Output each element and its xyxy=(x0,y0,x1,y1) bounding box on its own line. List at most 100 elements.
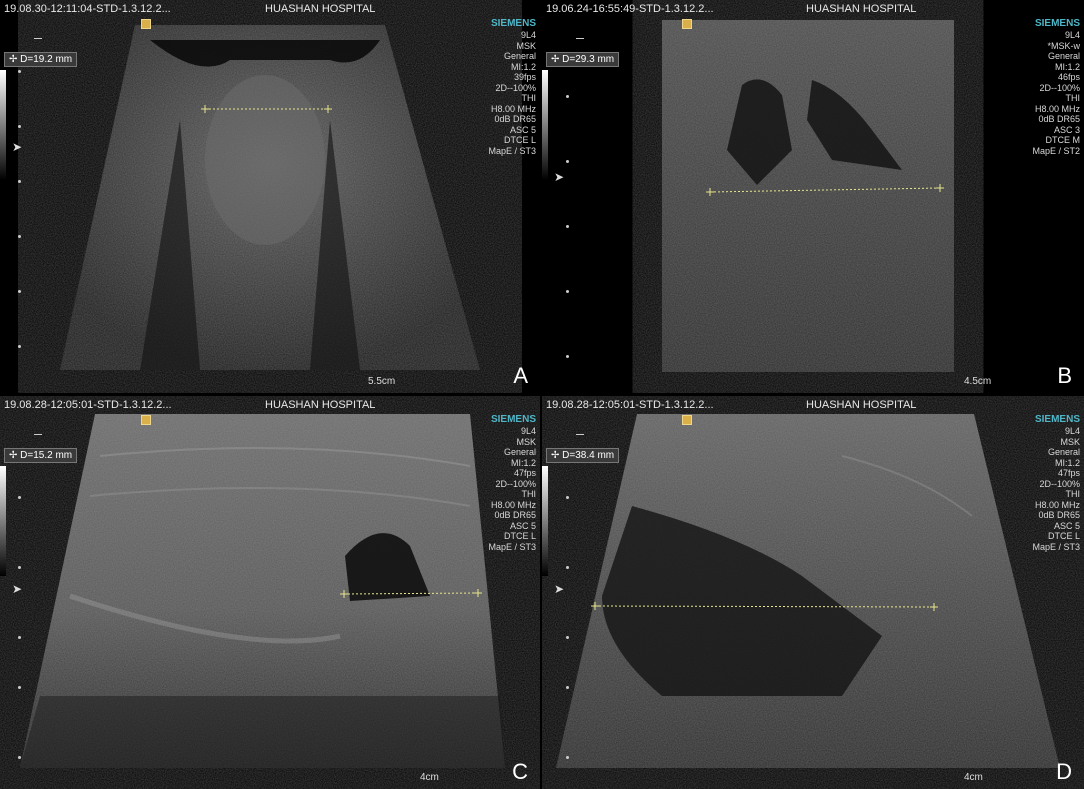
param-2d: 2D--100% xyxy=(1039,478,1080,489)
param-fps: 46fps xyxy=(1057,72,1080,82)
param-mi: MI:1.2 xyxy=(1054,61,1080,72)
ultrasound-image-d xyxy=(556,414,1060,768)
param-map: MapE / ST3 xyxy=(488,541,536,552)
measurement-readout: ✢ D=15.2 mm xyxy=(4,448,78,463)
ultrasound-image-a xyxy=(60,25,480,370)
param-frequency: H8.00 MHz xyxy=(1034,103,1080,114)
param-transducer: 9L4 xyxy=(1064,426,1080,436)
panel-letter: A xyxy=(513,363,528,388)
param-preset: MSK xyxy=(516,40,536,51)
param-fps: 47fps xyxy=(1057,468,1080,478)
panel-letter: D xyxy=(1056,759,1072,784)
param-mi: MI:1.2 xyxy=(1054,457,1080,468)
param-thi: THI xyxy=(521,489,537,499)
param-asc: ASC 5 xyxy=(1053,520,1080,531)
orientation-marker-icon xyxy=(141,415,151,425)
param-dr: 0dB DR65 xyxy=(494,114,536,124)
grayscale-bar xyxy=(0,70,6,180)
minus-icon xyxy=(34,434,42,435)
measurement-readout: ✢ D=29.3 mm xyxy=(546,52,620,67)
param-asc: ASC 5 xyxy=(509,124,536,135)
minus-icon xyxy=(34,38,42,39)
param-preset: *MSK-w xyxy=(1047,40,1080,51)
param-mode: General xyxy=(503,51,536,61)
grayscale-bar xyxy=(542,466,548,576)
header-text: 19.08.28-12:05:01-STD-1.3.12.2... xyxy=(4,399,172,411)
header-text: 19.08.28-12:05:01-STD-1.3.12.2... xyxy=(546,399,714,411)
orientation-marker-icon xyxy=(682,415,692,425)
ultrasound-panel-c: 19.08.28-12:05:01-STD-1.3.12.2... HUASHA… xyxy=(0,396,540,789)
param-map: MapE / ST3 xyxy=(488,145,536,156)
param-transducer: 9L4 xyxy=(1064,30,1080,40)
header-text: 19.08.30-12:11:04-STD-1.3.12.2... xyxy=(4,3,171,15)
brand-label: SIEMENS xyxy=(1034,18,1080,29)
param-map: MapE / ST2 xyxy=(1032,145,1080,156)
param-mode: General xyxy=(1047,51,1080,61)
panel-letter: B xyxy=(1057,363,1072,388)
hospital-name: HUASHAN HOSPITAL xyxy=(806,3,917,15)
scan-parameters: 9L4 MSK General MI:1.2 39fps 2D--100% TH… xyxy=(488,30,536,156)
param-mode: General xyxy=(1047,447,1080,457)
param-thi: THI xyxy=(1065,93,1081,103)
depth-scale-dots xyxy=(18,70,22,390)
depth-scale-dots xyxy=(566,70,570,390)
param-dtce: DTCE M xyxy=(1045,135,1081,145)
brand-label: SIEMENS xyxy=(490,414,536,425)
grayscale-bar xyxy=(0,466,6,576)
measurement-value: D=29.3 mm xyxy=(562,54,615,65)
param-frequency: H8.00 MHz xyxy=(490,103,536,114)
param-2d: 2D--100% xyxy=(495,478,536,489)
hospital-name: HUASHAN HOSPITAL xyxy=(265,399,376,411)
param-transducer: 9L4 xyxy=(520,426,536,436)
param-dtce: DTCE L xyxy=(503,531,536,541)
param-dtce: DTCE L xyxy=(503,135,536,145)
param-asc: ASC 3 xyxy=(1053,124,1080,135)
param-map: MapE / ST3 xyxy=(1032,541,1080,552)
depth-label: 4.5cm xyxy=(964,376,992,387)
hospital-name: HUASHAN HOSPITAL xyxy=(265,3,376,15)
minus-icon xyxy=(576,38,584,39)
measurement-value: D=19.2 mm xyxy=(20,54,73,65)
scan-parameters: 9L4 MSK General MI:1.2 47fps 2D--100% TH… xyxy=(488,426,536,552)
measurement-readout: ✢ D=19.2 mm xyxy=(4,52,78,67)
ultrasound-panel-b: 19.06.24-16:55:49-STD-1.3.12.2... HUASHA… xyxy=(542,0,1084,393)
measurement-value: D=38.4 mm xyxy=(562,450,615,461)
scan-parameters: 9L4 MSK General MI:1.2 47fps 2D--100% TH… xyxy=(1032,426,1080,552)
focus-arrow-icon: ➤ xyxy=(554,582,565,596)
param-transducer: 9L4 xyxy=(520,30,536,40)
param-dr: 0dB DR65 xyxy=(494,510,536,520)
param-thi: THI xyxy=(1065,489,1081,499)
ultrasound-image-c xyxy=(20,414,505,768)
param-preset: MSK xyxy=(1060,436,1080,447)
ultrasound-image-b xyxy=(662,20,954,372)
param-preset: MSK xyxy=(516,436,536,447)
panel-letter: C xyxy=(512,759,528,784)
depth-label: 5.5cm xyxy=(368,376,396,387)
measurement-value: D=15.2 mm xyxy=(20,450,73,461)
orientation-marker-icon xyxy=(682,19,692,29)
param-dr: 0dB DR65 xyxy=(1038,510,1080,520)
depth-scale-dots xyxy=(18,466,22,786)
param-asc: ASC 5 xyxy=(509,520,536,531)
param-mi: MI:1.2 xyxy=(510,61,536,72)
param-frequency: H8.00 MHz xyxy=(490,499,536,510)
param-2d: 2D--100% xyxy=(1039,82,1080,93)
measurement-readout: ✢ D=38.4 mm xyxy=(546,448,620,463)
header-text: 19.06.24-16:55:49-STD-1.3.12.2... xyxy=(546,3,714,15)
focus-arrow-icon: ➤ xyxy=(554,170,565,184)
ultrasound-panel-a: 19.08.30-12:11:04-STD-1.3.12.2... HUASHA… xyxy=(0,0,540,393)
param-2d: 2D--100% xyxy=(495,82,536,93)
param-dr: 0dB DR65 xyxy=(1038,114,1080,124)
param-mode: General xyxy=(503,447,536,457)
orientation-marker-icon xyxy=(141,19,151,29)
depth-label: 4cm xyxy=(420,772,439,783)
ultrasound-panel-d: 19.08.28-12:05:01-STD-1.3.12.2... HUASHA… xyxy=(542,396,1084,789)
param-frequency: H8.00 MHz xyxy=(1034,499,1080,510)
brand-label: SIEMENS xyxy=(1034,414,1080,425)
depth-label: 4cm xyxy=(964,772,983,783)
grayscale-bar xyxy=(542,70,548,180)
param-thi: THI xyxy=(521,93,537,103)
param-fps: 47fps xyxy=(513,468,536,478)
hospital-name: HUASHAN HOSPITAL xyxy=(806,399,917,411)
depth-scale-dots xyxy=(566,466,570,786)
